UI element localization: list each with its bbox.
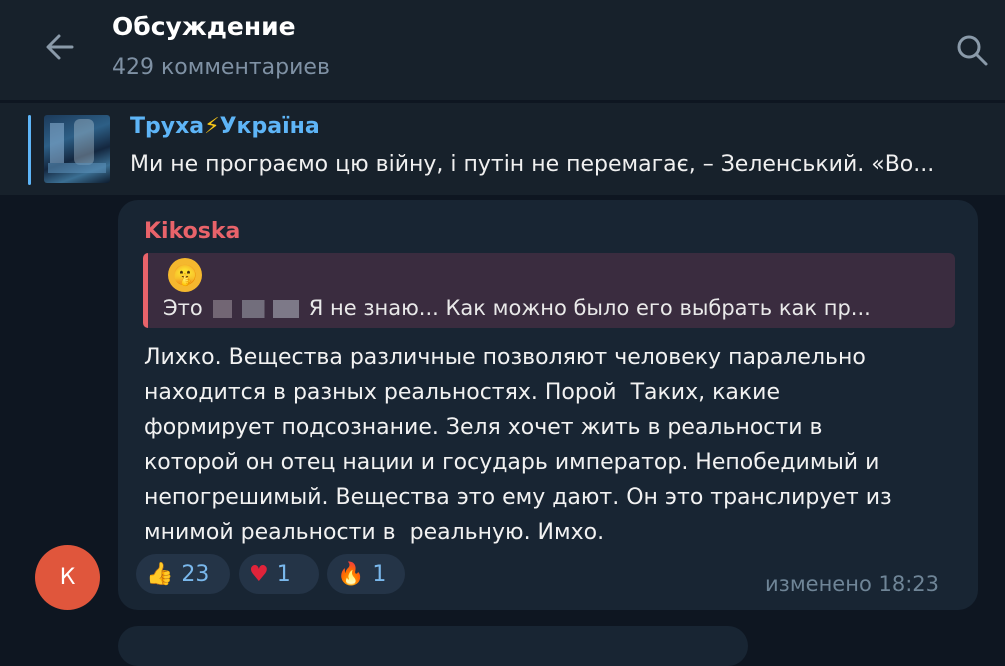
reply-text-after: Я не знаю... Как можно было его выбрать …	[308, 296, 871, 320]
pinned-text: Ми не програємо цю війну, і путін не пер…	[130, 152, 935, 177]
edited-timestamp: изменено 18:23	[765, 572, 939, 596]
search-icon[interactable]	[952, 30, 992, 70]
reaction-count: 1	[276, 561, 291, 587]
fire-icon: 🔥	[337, 561, 365, 587]
thumbs-up-icon: 👍	[146, 561, 174, 587]
pinned-thumbnail	[44, 115, 110, 183]
blurred-word	[212, 300, 299, 318]
reaction-fire[interactable]: 🔥 1	[327, 554, 405, 594]
reply-text-before: Это	[163, 296, 203, 320]
comment-body: Лихко. Вещества различные позволяют чело…	[144, 345, 892, 545]
shushing-face-icon: 🤫	[168, 258, 202, 292]
next-comment-bubble[interactable]	[118, 626, 748, 666]
reaction-count: 1	[372, 561, 387, 587]
comment-author[interactable]: Kikoska	[144, 219, 240, 244]
heart-icon: ♥	[249, 561, 269, 587]
back-arrow-icon[interactable]	[40, 27, 80, 67]
channel-name-part2: Україна	[219, 114, 320, 139]
pinned-accent-bar	[28, 115, 31, 185]
channel-name-part1: Труха	[130, 114, 205, 139]
comment-count: 429 комментариев	[112, 55, 330, 80]
reaction-thumbs-up[interactable]: 👍 23	[136, 554, 230, 594]
reply-text: Это Я не знаю... Как можно было его выбра…	[163, 296, 943, 320]
chat-header: Обсуждение 429 комментариев	[0, 0, 1005, 100]
reaction-count: 23	[181, 561, 210, 587]
pinned-channel-name[interactable]: Труха⚡Україна	[130, 114, 320, 139]
reply-accent-bar	[143, 253, 148, 328]
avatar[interactable]: К	[35, 545, 100, 610]
page-title: Обсуждение	[112, 12, 296, 41]
reaction-heart[interactable]: ♥ 1	[239, 554, 319, 594]
lightning-icon: ⚡	[204, 114, 220, 139]
